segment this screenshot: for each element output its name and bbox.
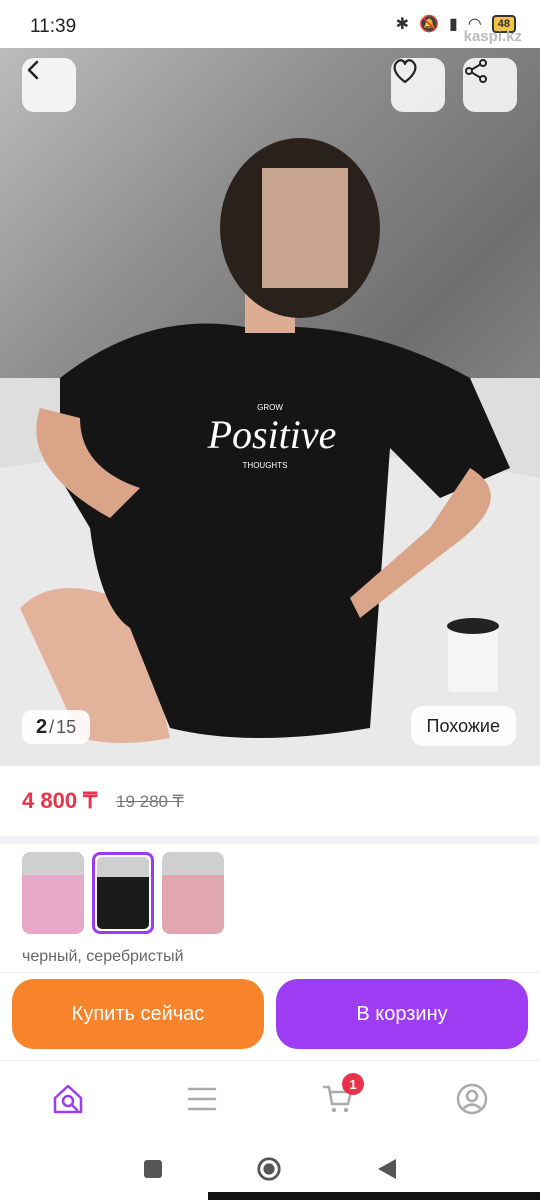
menu-icon xyxy=(187,1087,217,1111)
tab-profile[interactable] xyxy=(452,1079,492,1119)
image-counter-current: 2 xyxy=(36,715,48,738)
triangle-back-icon xyxy=(378,1159,396,1179)
status-bar: 11:39 ✱ 🔕 ▮ ◠ 48 kaspi.kz xyxy=(0,0,540,48)
image-counter-total: 15 xyxy=(56,716,77,737)
variant-thumb-black[interactable] xyxy=(92,852,154,934)
variant-thumb-image xyxy=(97,857,149,929)
selected-variant-name: черный, серебристый xyxy=(22,948,184,965)
back-nav-button[interactable] xyxy=(374,1156,400,1182)
share-icon xyxy=(465,59,487,83)
recents-button[interactable] xyxy=(140,1156,166,1182)
print-positive: Positive xyxy=(207,412,337,457)
bottom-tab-bar: 1 xyxy=(0,1060,540,1136)
price-row: 4 800 ₸ 19 280 ₸ xyxy=(0,766,540,836)
heart-icon xyxy=(393,59,417,84)
product-photo: GROW Positive THOUGHTS xyxy=(0,138,540,766)
home-button[interactable] xyxy=(256,1156,282,1182)
tab-catalog[interactable] xyxy=(182,1079,222,1119)
share-button[interactable] xyxy=(463,58,517,112)
cart-badge: 1 xyxy=(342,1073,364,1095)
watermark: kaspi.kz xyxy=(463,28,522,45)
mute-icon: 🔕 xyxy=(419,16,439,33)
similar-button[interactable]: Похожие xyxy=(410,706,516,746)
back-button[interactable] xyxy=(22,58,76,112)
image-counter: 2 / 15 xyxy=(22,710,91,744)
favorite-button[interactable] xyxy=(391,58,445,112)
variant-thumb-pink[interactable] xyxy=(22,852,84,934)
home-indicator xyxy=(208,1192,540,1200)
circle-icon xyxy=(257,1157,281,1181)
tab-home-search[interactable] xyxy=(48,1079,88,1119)
profile-icon xyxy=(456,1083,488,1115)
old-price: 19 280 ₸ xyxy=(116,792,184,811)
print-thoughts: THOUGHTS xyxy=(243,461,288,470)
chevron-left-icon xyxy=(27,60,39,80)
product-image-gallery[interactable]: GROW Positive THOUGHTS 2 / 15 Похожие xyxy=(0,48,540,766)
current-price: 4 800 ₸ xyxy=(22,788,98,813)
system-navigation-bar xyxy=(0,1136,540,1200)
variant-selector: черный, серебристый xyxy=(0,836,540,972)
buy-now-button[interactable]: Купить сейчас xyxy=(12,979,264,1049)
variant-thumb-rose[interactable] xyxy=(162,852,224,934)
print-grow: GROW xyxy=(257,403,283,412)
bluetooth-icon: ✱ xyxy=(395,16,410,33)
signal-icon: ▮ xyxy=(448,16,458,33)
action-bar: Купить сейчас В корзину xyxy=(0,972,540,1056)
add-to-cart-button[interactable]: В корзину xyxy=(276,979,528,1049)
square-icon xyxy=(144,1160,162,1178)
image-counter-separator: / xyxy=(49,716,55,737)
home-search-icon xyxy=(53,1084,83,1114)
variant-thumb-image xyxy=(162,852,224,934)
variant-thumb-image xyxy=(22,852,84,934)
status-time: 11:39 xyxy=(30,16,77,37)
